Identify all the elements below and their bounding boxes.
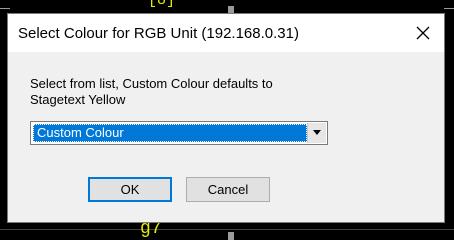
close-icon[interactable] xyxy=(410,20,436,46)
cancel-button[interactable]: Cancel xyxy=(186,177,270,202)
dropdown-button[interactable] xyxy=(307,123,326,143)
background-grid-line xyxy=(0,229,454,230)
background-grid-marker xyxy=(228,6,234,13)
colour-select-value[interactable]: Custom Colour xyxy=(33,124,307,142)
prompt-line-2: Stagetext Yellow xyxy=(30,92,126,107)
background-grid-line xyxy=(444,8,454,9)
background-grid-line xyxy=(0,8,10,9)
background-grid-marker xyxy=(228,232,234,240)
prompt-line-1: Select from list, Custom Colour defaults… xyxy=(30,76,273,91)
dialog-prompt: Select from list, Custom Colour defaults… xyxy=(30,76,273,108)
background-cell-label-top: [8] xyxy=(148,0,176,9)
dialog-title: Select Colour for RGB Unit (192.168.0.31… xyxy=(18,25,299,42)
colour-select[interactable]: Custom Colour xyxy=(30,121,328,145)
dialog-titlebar[interactable]: Select Colour for RGB Unit (192.168.0.31… xyxy=(8,14,444,52)
select-colour-dialog: Select Colour for RGB Unit (192.168.0.31… xyxy=(7,13,445,223)
ok-button[interactable]: OK xyxy=(88,177,172,202)
chevron-down-icon xyxy=(313,130,321,135)
